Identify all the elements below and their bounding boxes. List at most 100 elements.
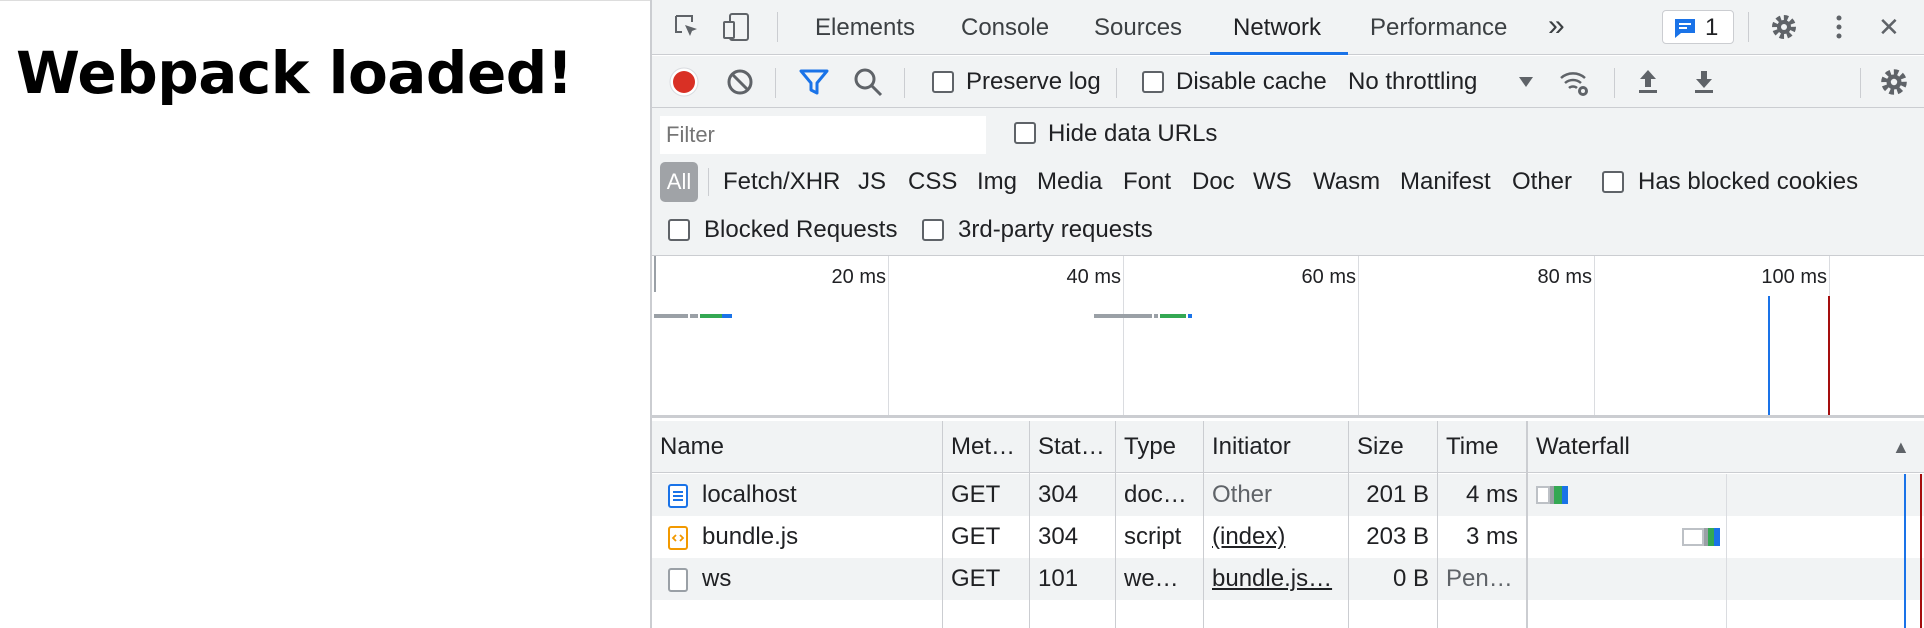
request-status: 304 (1038, 523, 1079, 550)
blocked-requests-label: Blocked Requests (704, 216, 898, 243)
type-filter-img[interactable]: Img (977, 162, 1017, 202)
column-waterfall[interactable]: Waterfall (1528, 421, 1828, 473)
type-filter-media[interactable]: Media (1037, 162, 1102, 202)
disable-cache-label: Disable cache (1176, 68, 1327, 95)
message-icon (1675, 19, 1695, 38)
tab-console[interactable]: Console (961, 0, 1049, 55)
hide-data-urls-label: Hide data URLs (1048, 120, 1218, 147)
type-filter-doc[interactable]: Doc (1192, 162, 1235, 202)
waterfall-queue-bar (1536, 486, 1550, 504)
hide-data-urls-checkbox[interactable] (1014, 122, 1036, 144)
table-row[interactable]: bundle.js GET 304 script (index) 203 B 3… (652, 516, 1924, 558)
table-row[interactable]: localhost GET 304 doc… Other 201 B 4 ms (652, 474, 1924, 516)
waterfall-dom-content-loaded-line (1904, 474, 1906, 628)
type-filter-all[interactable]: All (660, 162, 698, 202)
tab-sources[interactable]: Sources (1094, 0, 1182, 55)
column-size[interactable]: Size (1349, 421, 1437, 473)
request-size: 201 B (1366, 481, 1429, 508)
settings-gear-icon[interactable] (1769, 12, 1799, 42)
record-icon[interactable] (668, 66, 700, 98)
blocked-requests-checkbox[interactable] (668, 219, 690, 241)
request-size: 203 B (1366, 523, 1429, 550)
type-filter-wasm[interactable]: Wasm (1313, 162, 1380, 202)
has-blocked-cookies-label: Has blocked cookies (1638, 168, 1859, 195)
request-initiator-link[interactable]: (index) (1204, 516, 1348, 558)
overview-bar-bundle-stalled (1154, 314, 1158, 318)
request-type: we… (1124, 565, 1179, 592)
sort-ascending-icon[interactable]: ▲ (1884, 421, 1914, 473)
load-event-marker (1828, 296, 1830, 415)
more-tabs-chevron-icon[interactable]: » (1548, 0, 1565, 53)
more-options-icon[interactable] (1824, 12, 1854, 42)
request-size: 0 B (1392, 565, 1429, 592)
import-har-icon[interactable] (1632, 66, 1664, 98)
device-toolbar-icon[interactable] (722, 12, 752, 42)
type-filter-manifest[interactable]: Manifest (1400, 162, 1491, 202)
request-initiator: Other (1212, 481, 1273, 508)
column-name[interactable]: Name (652, 421, 942, 473)
overview-bar-bundle-wait (1160, 314, 1186, 318)
chevron-down-icon[interactable] (1518, 76, 1534, 88)
type-filter-font[interactable]: Font (1123, 162, 1171, 202)
devtools-panel: Elements Console Sources Network Perform… (650, 0, 1924, 628)
close-devtools-icon[interactable]: ✕ (1878, 0, 1900, 55)
request-method: GET (951, 481, 1001, 508)
table-header: Name Met… Stat… Type Initiator Size Time… (652, 421, 1924, 473)
type-filter-ws[interactable]: WS (1253, 162, 1292, 202)
filter-input[interactable] (660, 116, 986, 154)
throttling-select[interactable]: No throttling (1348, 68, 1477, 96)
request-type: script (1124, 523, 1182, 550)
type-filter-js[interactable]: JS (858, 162, 886, 202)
document-icon (668, 484, 688, 508)
overview-tick-60ms: 60 ms (1301, 266, 1356, 288)
tab-elements[interactable]: Elements (815, 0, 915, 55)
waterfall-queue-bar (1682, 528, 1704, 546)
column-method[interactable]: Met… (943, 421, 1029, 473)
type-filter-fetch-xhr[interactable]: Fetch/XHR (723, 162, 840, 202)
search-icon[interactable] (852, 66, 884, 98)
export-har-icon[interactable] (1688, 66, 1720, 98)
inspect-element-icon[interactable] (672, 12, 702, 42)
request-method: GET (951, 523, 1001, 550)
overview-bar-bundle-queue (1094, 314, 1152, 318)
request-status: 304 (1038, 481, 1079, 508)
request-name: bundle.js (702, 523, 799, 550)
overview-bar-bundle-download (1188, 314, 1192, 318)
waterfall-wait-bar (1554, 486, 1562, 504)
dom-content-loaded-marker (1768, 296, 1770, 415)
network-conditions-icon[interactable] (1558, 66, 1590, 98)
tab-performance[interactable]: Performance (1370, 0, 1507, 55)
request-status: 101 (1038, 565, 1079, 592)
issues-count: 1 (1705, 14, 1719, 41)
websocket-icon (668, 568, 688, 592)
column-initiator[interactable]: Initiator (1204, 421, 1348, 473)
request-initiator-link[interactable]: bundle.js… (1204, 558, 1348, 600)
tab-network[interactable]: Network (1233, 0, 1321, 55)
clear-icon[interactable] (724, 66, 756, 98)
type-filter-css[interactable]: CSS (908, 162, 957, 202)
overview-tick-40ms: 40 ms (1066, 266, 1121, 288)
column-status[interactable]: Stat… (1030, 421, 1116, 473)
overview-tick-100ms: 100 ms (1761, 266, 1827, 288)
third-party-requests-label: 3rd-party requests (958, 216, 1153, 243)
filter-bar: Hide data URLs All Fetch/XHR JS CSS Img … (652, 108, 1924, 256)
preserve-log-checkbox[interactable] (932, 71, 954, 93)
column-time[interactable]: Time (1438, 421, 1526, 473)
timeline-overview[interactable]: 20 ms 40 ms 60 ms 80 ms 100 ms (652, 256, 1924, 418)
has-blocked-cookies-checkbox[interactable] (1602, 171, 1624, 193)
waterfall-load-line (1920, 474, 1922, 628)
issues-badge[interactable]: 1 (1662, 10, 1734, 44)
request-time: 4 ms (1465, 481, 1518, 508)
type-filter-other[interactable]: Other (1512, 162, 1572, 202)
requests-table: Name Met… Stat… Type Initiator Size Time… (652, 421, 1924, 628)
third-party-requests-checkbox[interactable] (922, 219, 944, 241)
network-settings-gear-icon[interactable] (1878, 66, 1910, 98)
filter-icon[interactable] (798, 66, 830, 98)
disable-cache-checkbox[interactable] (1142, 71, 1164, 93)
column-type[interactable]: Type (1116, 421, 1204, 473)
overview-bar-localhost-wait (700, 314, 722, 318)
request-type: doc… (1124, 481, 1187, 508)
script-icon (668, 526, 688, 550)
network-toolbar: Preserve log Disable cache No throttling (652, 56, 1924, 108)
table-row[interactable]: ws GET 101 we… bundle.js… 0 B Pen… (652, 558, 1924, 600)
